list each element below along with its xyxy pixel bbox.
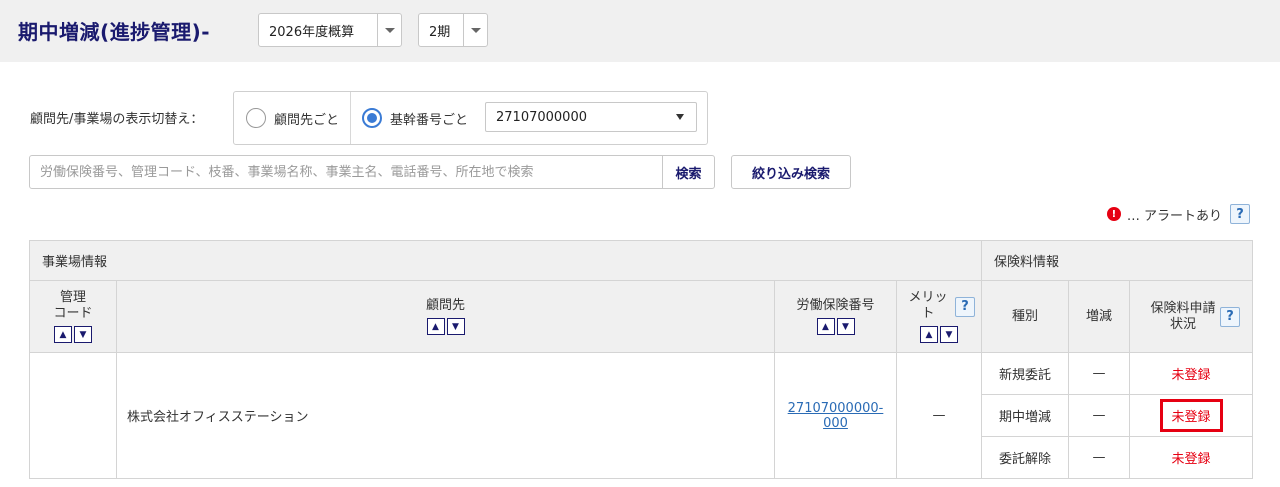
- search-input[interactable]: [30, 156, 662, 188]
- year-select-value: 2026年度概算: [269, 24, 355, 40]
- chevron-down-icon[interactable]: [463, 14, 487, 46]
- display-switch-group: 顧問先ごと 基幹番号ごと 27107000000: [233, 91, 708, 145]
- sort-controls: ▲ ▼: [426, 318, 465, 335]
- col-header-type: 種別: [981, 280, 1070, 353]
- chevron-down-icon[interactable]: [377, 14, 401, 46]
- change-cell: —: [1068, 394, 1131, 437]
- sort-controls: ▲ ▼: [54, 326, 92, 343]
- col-header-code: 管理 コード ▲ ▼: [29, 280, 117, 353]
- progress-table: 事業場情報 保険料情報 管理 コード ▲ ▼ 顧問先 ▲ ▼ 労働保険番号 ▲ ▼ メ…: [28, 240, 1254, 479]
- sort-down-icon[interactable]: ▼: [836, 318, 855, 335]
- page-header: 期中増減(進捗管理)- 2026年度概算 2期: [0, 0, 1280, 62]
- help-icon[interactable]: ?: [1220, 307, 1241, 327]
- sort-controls: ▲ ▼: [920, 326, 958, 343]
- col-code-line2: コード: [53, 306, 93, 321]
- alert-icon: !: [1106, 207, 1121, 221]
- sort-up-icon[interactable]: ▲: [54, 326, 72, 343]
- status-cell: 未登録: [1129, 436, 1254, 479]
- alert-legend: ! … アラートあり ?: [1106, 204, 1250, 224]
- col-header-change: 増減: [1068, 280, 1131, 353]
- help-icon[interactable]: ?: [955, 297, 976, 317]
- sort-up-icon[interactable]: ▲: [426, 318, 445, 335]
- type-cell: 委託解除: [981, 436, 1070, 479]
- base-code-value: 27107000000: [496, 109, 587, 125]
- sort-controls: ▲ ▼: [816, 318, 855, 335]
- group-header-office: 事業場情報: [28, 240, 983, 281]
- col-code-line1: 管理: [59, 290, 86, 305]
- help-icon[interactable]: ?: [1230, 204, 1250, 224]
- radio-base-option[interactable]: 基幹番号ごと: [362, 92, 468, 144]
- labor-no-cell: 27107000000- 000: [774, 352, 897, 479]
- status-link[interactable]: 未登録: [1172, 368, 1211, 383]
- search-box: 検索: [29, 155, 715, 189]
- status-link[interactable]: 未登録: [1172, 452, 1211, 467]
- search-button[interactable]: 検索: [662, 156, 714, 188]
- radio-base-label: 基幹番号ごと: [390, 112, 469, 128]
- base-code-select[interactable]: 27107000000: [485, 102, 697, 132]
- change-cell: —: [1068, 352, 1131, 395]
- caret-down-icon: [676, 114, 684, 120]
- year-select[interactable]: 2026年度概算: [258, 13, 402, 47]
- sort-down-icon[interactable]: ▼: [446, 318, 465, 335]
- sort-up-icon[interactable]: ▲: [816, 318, 835, 335]
- merit-cell: —: [895, 352, 983, 479]
- col-header-merit: メリッ ト ? ▲ ▼: [895, 280, 983, 353]
- period-select-value: 2期: [429, 24, 451, 40]
- radio-base[interactable]: [362, 108, 382, 128]
- group-header-premium: 保険料情報: [981, 240, 1254, 281]
- radio-client-option[interactable]: 顧問先ごと: [246, 92, 339, 144]
- col-header-client: 顧問先 ▲ ▼: [116, 280, 775, 353]
- code-cell: [29, 352, 117, 479]
- col-client-label: 顧問先: [425, 298, 465, 313]
- col-header-labor-no: 労働保険番号 ▲ ▼: [774, 280, 897, 353]
- table-row: 株式会社オフィスステーション 27107000000- 000 — 新規委託 —…: [29, 352, 1254, 479]
- radio-client[interactable]: [246, 108, 266, 128]
- period-select[interactable]: 2期: [418, 13, 488, 47]
- divider: [350, 92, 351, 144]
- status-cell: 未登録: [1129, 394, 1254, 437]
- sort-up-icon[interactable]: ▲: [920, 326, 938, 343]
- labor-no-link-line1[interactable]: 27107000000-: [775, 401, 896, 416]
- col-labor-no-label: 労働保険番号: [796, 298, 875, 313]
- client-name-cell: 株式会社オフィスステーション: [116, 352, 775, 479]
- status-link-highlighted[interactable]: 未登録: [1159, 399, 1223, 432]
- display-switch-label: 顧問先/事業場の表示切替え：: [30, 112, 204, 127]
- alert-legend-text: … アラートあり: [1126, 208, 1222, 224]
- change-cell: —: [1068, 436, 1131, 479]
- radio-client-label: 顧問先ごと: [274, 112, 340, 128]
- status-cell: 未登録: [1129, 352, 1254, 395]
- filter-search-button[interactable]: 絞り込み検索: [731, 155, 851, 189]
- type-cell: 期中増減: [981, 394, 1070, 437]
- type-cell: 新規委託: [981, 352, 1070, 395]
- labor-no-link-line2[interactable]: 000: [775, 416, 896, 431]
- page-title: 期中増減(進捗管理)-: [18, 20, 211, 44]
- col-header-status: 保険料申請 状況 ?: [1129, 280, 1254, 353]
- sort-down-icon[interactable]: ▼: [940, 326, 958, 343]
- sort-down-icon[interactable]: ▼: [74, 326, 92, 343]
